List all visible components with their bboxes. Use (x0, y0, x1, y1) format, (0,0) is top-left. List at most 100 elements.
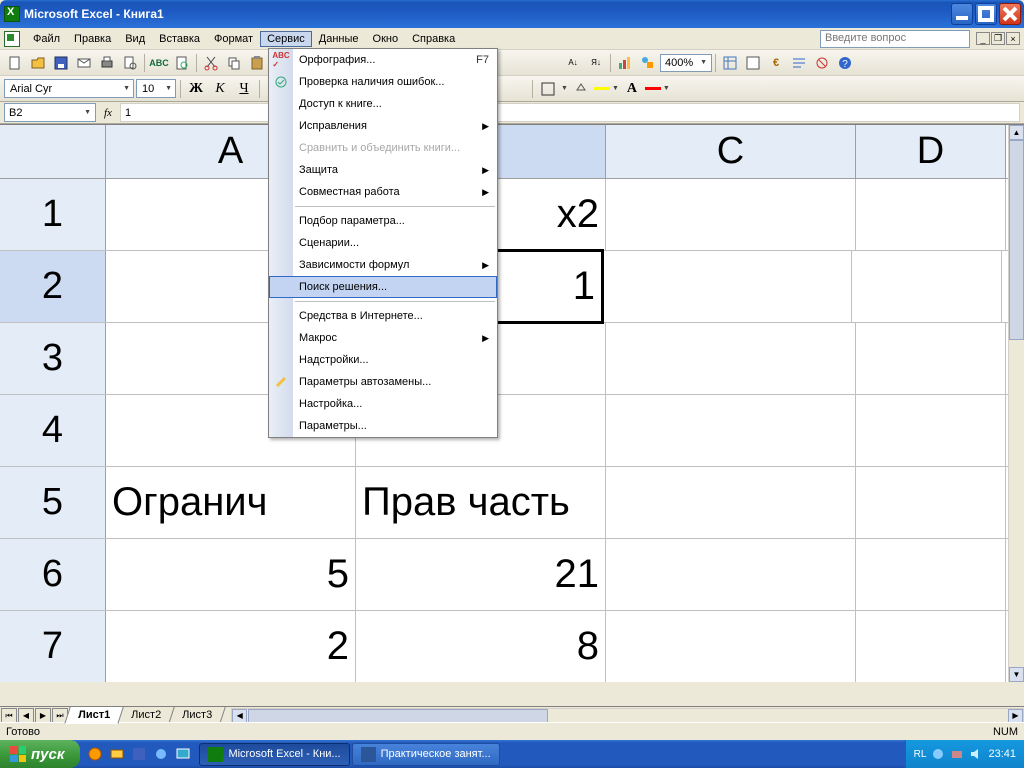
tray-clock[interactable]: 23:41 (988, 748, 1016, 760)
chart-wizard-button[interactable] (614, 52, 636, 74)
taskbar-excel-button[interactable]: Microsoft Excel - Кни... (199, 743, 349, 766)
sort-desc-button[interactable]: Я↓ (585, 52, 607, 74)
cut-button[interactable] (200, 52, 222, 74)
row-head-5[interactable]: 5 (0, 467, 106, 538)
menu-format[interactable]: Формат (207, 31, 260, 47)
cell-A6[interactable]: 5 (106, 539, 356, 610)
menu-edit[interactable]: Правка (67, 31, 118, 47)
scroll-down-icon[interactable]: ▼ (1009, 667, 1024, 682)
row-head-1[interactable]: 1 (0, 179, 106, 250)
menu-item[interactable]: Сценарии... (269, 232, 497, 254)
scroll-thumb[interactable] (1009, 140, 1024, 340)
formula-input[interactable]: 1 (120, 103, 1020, 122)
sort-asc-button[interactable]: A↓ (562, 52, 584, 74)
ql-media-icon[interactable] (86, 745, 104, 763)
print-button[interactable] (96, 52, 118, 74)
zoom-combo[interactable]: 400%▼ (660, 54, 712, 72)
cell-D4[interactable] (856, 395, 1006, 466)
menu-item[interactable]: Зависимости формул▶ (269, 254, 497, 276)
cell-B5[interactable]: Прав часть (356, 467, 606, 538)
menu-item[interactable]: ABC✓Орфография...F7 (269, 49, 497, 71)
menu-data[interactable]: Данные (312, 31, 366, 47)
menu-insert[interactable]: Вставка (152, 31, 207, 47)
email-button[interactable] (73, 52, 95, 74)
scroll-right-icon[interactable]: ▶ (1008, 709, 1023, 723)
menu-item[interactable]: Параметры автозамены... (269, 371, 497, 393)
menu-help[interactable]: Справка (405, 31, 462, 47)
pivot-button[interactable] (719, 52, 741, 74)
font-size-combo[interactable]: 10▼ (136, 79, 176, 98)
save-button[interactable] (50, 52, 72, 74)
row-head-6[interactable]: 6 (0, 539, 106, 610)
ql-app-icon[interactable] (152, 745, 170, 763)
borders-button[interactable] (537, 78, 559, 100)
paste-button[interactable] (246, 52, 268, 74)
menu-item[interactable]: Подбор параметра... (269, 210, 497, 232)
workbook-close-button[interactable]: × (1006, 32, 1020, 45)
cell-C5[interactable] (606, 467, 856, 538)
menu-item[interactable]: Совместная работа▶ (269, 181, 497, 203)
row-head-4[interactable]: 4 (0, 395, 106, 466)
cell-C2[interactable] (602, 251, 852, 322)
window-maximize-button[interactable] (975, 3, 997, 25)
cell-B6[interactable]: 21 (356, 539, 606, 610)
cell-D2[interactable] (852, 251, 1002, 322)
hscroll-thumb[interactable] (248, 709, 548, 723)
menu-view[interactable]: Вид (118, 31, 152, 47)
language-indicator[interactable]: RL (914, 749, 927, 760)
cell-A7[interactable]: 2 (106, 611, 356, 682)
workbook-minimize-button[interactable]: _ (976, 32, 990, 45)
new-button[interactable] (4, 52, 26, 74)
col-head-D[interactable]: D (856, 125, 1006, 178)
menu-item[interactable]: Надстройки... (269, 349, 497, 371)
menu-item[interactable]: Поиск решения... (269, 276, 497, 298)
help-search-box[interactable]: Введите вопрос (820, 30, 970, 48)
menu-item[interactable]: Параметры... (269, 415, 497, 437)
sheet-tab-1[interactable]: Лист1 (64, 707, 124, 724)
menu-item[interactable]: Доступ к книге... (269, 93, 497, 115)
workbook-restore-button[interactable]: ❐ (991, 32, 1005, 45)
tray-volume-icon[interactable] (969, 747, 983, 761)
menu-item[interactable]: Защита▶ (269, 159, 497, 181)
cell-A5[interactable]: Огранич (106, 467, 356, 538)
col-head-C[interactable]: C (606, 125, 856, 178)
drawing-button[interactable] (637, 52, 659, 74)
window-minimize-button[interactable] (951, 3, 973, 25)
menu-tools[interactable]: Сервис (260, 31, 312, 47)
row-head-3[interactable]: 3 (0, 323, 106, 394)
spelling-button[interactable]: ABC (148, 52, 170, 74)
cell-C6[interactable] (606, 539, 856, 610)
code-button[interactable] (742, 52, 764, 74)
open-button[interactable] (27, 52, 49, 74)
name-box[interactable]: B2▼ (4, 103, 96, 122)
cell-D3[interactable] (856, 323, 1006, 394)
taskbar-word-button[interactable]: Практическое занят... (352, 743, 500, 766)
fill-color-button[interactable] (570, 78, 592, 100)
menu-item[interactable]: Проверка наличия ошибок... (269, 71, 497, 93)
copy-button[interactable] (223, 52, 245, 74)
tray-icon-2[interactable] (950, 747, 964, 761)
ql-mail-icon[interactable] (108, 745, 126, 763)
validation-button[interactable] (811, 52, 833, 74)
menu-item[interactable]: Настройка... (269, 393, 497, 415)
cell-C4[interactable] (606, 395, 856, 466)
row-head-2[interactable]: 2 (0, 251, 106, 322)
tray-icon-1[interactable] (931, 747, 945, 761)
cell-D6[interactable] (856, 539, 1006, 610)
menu-window[interactable]: Окно (366, 31, 406, 47)
vertical-scrollbar[interactable]: ▲ ▼ (1008, 125, 1024, 682)
scroll-up-icon[interactable]: ▲ (1009, 125, 1024, 140)
ql-desktop-icon[interactable] (174, 745, 192, 763)
select-all-corner[interactable] (0, 125, 106, 178)
cell-D7[interactable] (856, 611, 1006, 682)
underline-button[interactable]: Ч (233, 78, 255, 100)
row-head-7[interactable]: 7 (0, 611, 106, 682)
research-button[interactable] (171, 52, 193, 74)
fx-icon[interactable]: fx (98, 107, 118, 119)
cell-D5[interactable] (856, 467, 1006, 538)
italic-button[interactable]: К (209, 78, 231, 100)
cell-C7[interactable] (606, 611, 856, 682)
ql-save-icon[interactable] (130, 745, 148, 763)
font-color-button[interactable]: A (621, 78, 643, 100)
menu-item[interactable]: Макрос▶ (269, 327, 497, 349)
